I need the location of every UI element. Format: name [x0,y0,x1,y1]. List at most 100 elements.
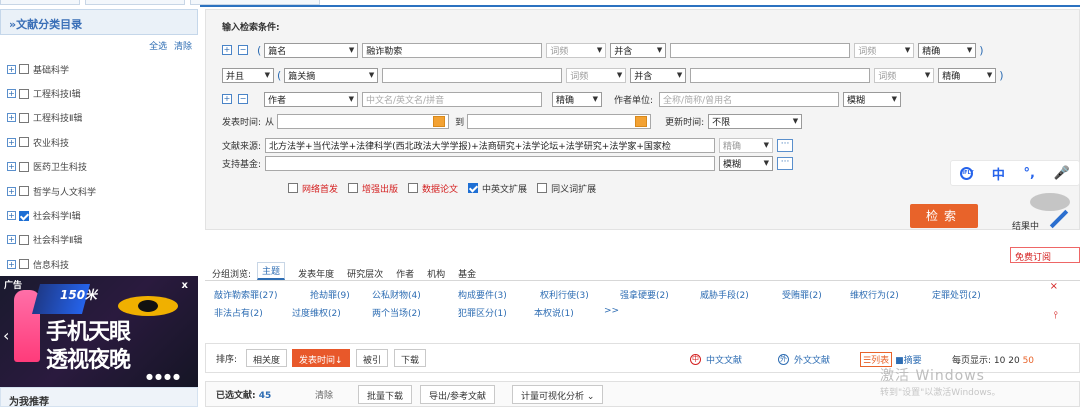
group-tab[interactable]: 研究层次 [347,267,383,280]
chart-icon[interactable]: ⫯ [1054,310,1058,321]
search-option[interactable]: 中英文扩展 [468,182,527,195]
category-checkbox[interactable] [19,64,29,75]
category-checkbox[interactable] [19,210,29,221]
source-input[interactable]: 北方法学+当代法学+法律科学(西北政法大学学报)+法商研究+法学论坛+法学研究+… [265,137,716,153]
subscribe-button[interactable]: 免费订阅 [1010,247,1080,263]
source-match-select[interactable]: 精确 ▼ [719,137,774,153]
selected-clear-link[interactable]: 清除 [315,388,333,401]
source-more-button[interactable]: ··· [777,138,794,152]
field-select-2[interactable]: 篇关摘 ▼ [284,67,379,83]
category-item[interactable]: + 哲学与人文科学 [7,179,198,203]
option-checkbox[interactable] [288,183,298,193]
group-item[interactable]: 公私财物(4) [372,288,421,301]
group-item[interactable]: 定罪处罚(2) [932,288,981,301]
category-item[interactable]: + 信息科技 [7,252,198,276]
remove-row-icon[interactable]: − [238,45,248,55]
feedback-icon[interactable] [1030,193,1070,211]
date-from-input[interactable] [277,113,450,129]
category-item[interactable]: + 工程科技Ⅰ辑 [7,81,198,105]
fund-more-button[interactable]: ··· [777,156,794,170]
group-item[interactable]: 非法占有(2) [214,306,263,319]
date-to-input[interactable] [467,113,652,129]
logic-select-2[interactable]: 并含 ▼ [630,67,687,83]
option-checkbox[interactable] [348,183,359,193]
group-item[interactable]: 权利行使(3) [540,288,589,301]
per-page-50[interactable]: 50 [1023,356,1034,366]
field-select-1[interactable]: 篇名 ▼ [264,42,359,58]
search-option[interactable]: 增强出版 [348,182,398,195]
category-item[interactable]: + 社会科学Ⅱ辑 [7,228,198,252]
remove-author-icon[interactable]: − [238,94,248,104]
select-all-link[interactable]: 全选 [149,42,167,52]
category-checkbox[interactable] [19,186,29,197]
op-select-2[interactable]: 并且 ▼ [222,67,274,83]
expand-icon[interactable]: + [7,89,16,99]
fund-match-select[interactable]: 模糊 ▼ [719,155,774,171]
category-item[interactable]: + 医药卫生科技 [7,155,198,179]
expand-icon[interactable]: + [7,162,16,172]
group-tab[interactable]: 作者 [396,267,414,280]
group-item[interactable]: 维权行为(2) [850,288,899,301]
option-checkbox[interactable] [537,183,548,193]
category-checkbox[interactable] [19,112,29,123]
keyword-input-1[interactable]: 融诈勒索 [362,42,543,58]
freq-select-1b[interactable]: 词频 ▼ [854,42,915,58]
group-item[interactable]: 过度维权(2) [292,306,341,319]
expand-icon[interactable]: + [7,137,16,147]
author-field-select[interactable]: 作者 ▼ [264,91,358,107]
per-page-20[interactable]: 20 [1008,356,1019,366]
logic-select-1[interactable]: 并含 ▼ [610,42,667,58]
group-item[interactable]: 本权说(1) [534,306,574,319]
ime-chinese-icon[interactable]: 中 [992,164,1005,183]
search-option[interactable]: 数据论文 [408,182,458,195]
category-checkbox[interactable] [19,88,29,99]
expand-icon[interactable]: + [7,259,16,269]
foreign-docs-link[interactable]: 外外文文献 [778,353,830,366]
group-tab[interactable]: 基金 [458,267,476,280]
search-option[interactable]: 同义词扩展 [537,182,596,195]
sort-relevance-button[interactable]: 相关度 [246,349,288,367]
calendar-icon[interactable] [635,115,648,127]
group-item[interactable]: 受贿罪(2) [782,288,822,301]
category-checkbox[interactable] [19,259,29,270]
category-item[interactable]: + 社会科学Ⅰ辑 [7,203,198,227]
add-author-icon[interactable]: + [222,94,232,104]
search-button[interactable]: 检索 [910,204,978,228]
group-item[interactable]: 抢劫罪(9) [310,288,350,301]
more-groups-link[interactable]: >> [604,306,619,316]
add-row-icon[interactable]: + [222,45,232,55]
calendar-icon[interactable] [433,115,446,127]
ad-banner[interactable]: 广告 150米 x ‹ 手机天眼 透视夜晚 ●●●● [0,276,198,387]
group-item[interactable]: 威胁手段(2) [700,288,749,301]
group-item[interactable]: 犯罪区分(1) [458,306,507,319]
freq-select-2[interactable]: 词频 ▼ [566,67,627,83]
group-item[interactable]: 强拿硬要(2) [620,288,669,301]
ad-carousel-dots[interactable]: ●●●● [146,372,182,381]
close-group-icon[interactable]: × [1050,281,1058,292]
match-select-2[interactable]: 精确 ▼ [938,67,997,83]
expand-icon[interactable]: + [7,235,16,245]
option-checkbox[interactable] [468,183,479,193]
option-checkbox[interactable] [408,183,419,193]
expand-icon[interactable]: + [7,64,16,74]
keyword-input-2[interactable] [382,67,563,83]
sort-cited-button[interactable]: 被引 [356,349,389,367]
category-item[interactable]: + 农业科技 [7,130,198,154]
expand-icon[interactable]: + [7,211,16,221]
ime-toolbar[interactable]: IFLY 中 °, 🎤 [950,160,1080,186]
group-tab[interactable]: 主题 [257,262,286,280]
category-checkbox[interactable] [19,161,29,172]
microphone-icon[interactable]: 🎤 [1053,166,1069,181]
export-button[interactable]: 导出/参考文献 [420,385,496,404]
top-tab[interactable] [0,0,80,5]
ad-close-icon[interactable]: x [182,280,188,291]
ime-logo-icon[interactable]: IFLY [960,166,974,180]
author-match-select[interactable]: 精确 ▼ [552,91,602,107]
group-tab[interactable]: 机构 [427,267,445,280]
within-result-label[interactable]: 结果中 [1012,219,1039,232]
unit-input[interactable]: 全称/简称/曾用名 [659,91,840,107]
ime-punct-icon[interactable]: °, [1023,166,1034,181]
sort-download-button[interactable]: 下载 [394,349,427,367]
update-select[interactable]: 不限 ▼ [708,113,803,129]
search-option[interactable]: 网络首发 [288,182,338,195]
